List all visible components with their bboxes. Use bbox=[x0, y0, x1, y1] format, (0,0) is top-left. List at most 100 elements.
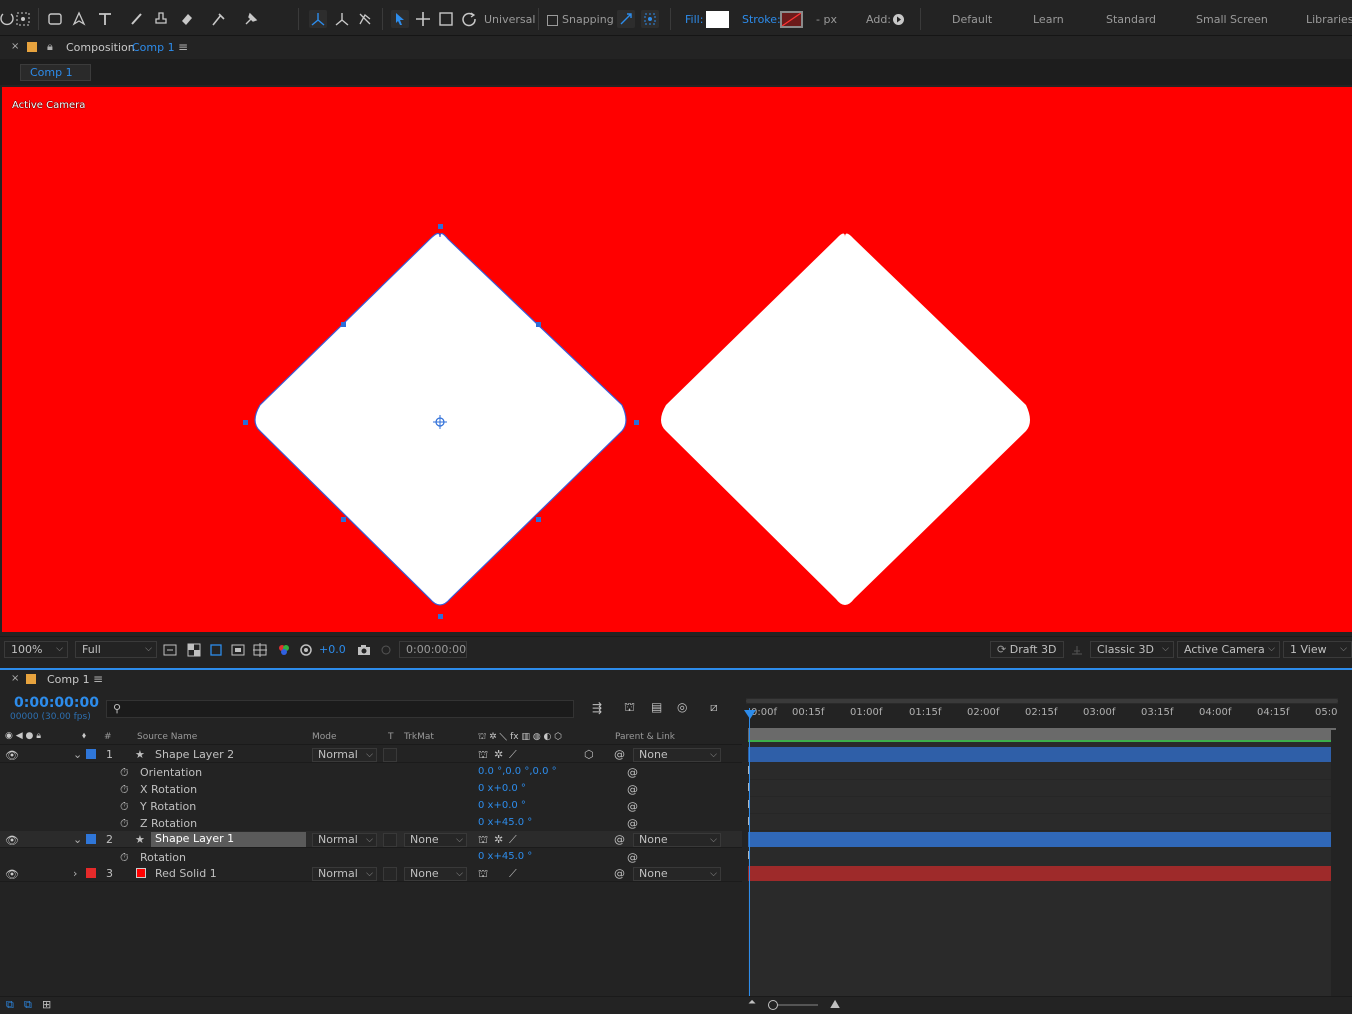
3d-view-select[interactable]: Active Camera ⌵ bbox=[1177, 641, 1280, 658]
visibility-eye-icon[interactable]: 👁︎ bbox=[5, 834, 19, 847]
layer-name[interactable]: Red Solid 1 bbox=[155, 867, 217, 880]
visibility-eye-icon[interactable]: 👁︎ bbox=[5, 749, 19, 762]
expand-chevron-icon[interactable]: › bbox=[73, 867, 77, 880]
collapse-chevron-icon[interactable]: ⌄ bbox=[73, 748, 82, 761]
view-layout-select[interactable]: 1 View ⌵ bbox=[1283, 641, 1352, 658]
workspace-libraries[interactable]: Libraries bbox=[1306, 13, 1352, 26]
shy-layers-icon[interactable]: ⛫ bbox=[624, 700, 635, 716]
magnification-select[interactable]: 100% ⌵ bbox=[4, 641, 68, 658]
pick-whip-icon[interactable]: @ bbox=[614, 867, 625, 880]
snap-features-icon[interactable] bbox=[641, 10, 659, 28]
workspace-learn[interactable]: Learn bbox=[1033, 13, 1064, 26]
stopwatch-icon[interactable]: ⏱︎ bbox=[120, 851, 129, 865]
column-source-name[interactable]: Source Name bbox=[137, 732, 197, 742]
snapping-checkbox[interactable] bbox=[547, 15, 558, 26]
clone-stamp-tool-icon[interactable] bbox=[152, 10, 170, 28]
add-menu-icon[interactable] bbox=[893, 14, 904, 25]
snapshot-camera-icon[interactable] bbox=[357, 643, 371, 657]
label-color-swatch[interactable] bbox=[86, 868, 96, 878]
zoom-out-icon[interactable]: ⏶ bbox=[748, 997, 756, 1008]
stopwatch-icon[interactable]: ⏱︎ bbox=[120, 817, 129, 831]
stopwatch-icon[interactable]: ⏱︎ bbox=[120, 766, 129, 780]
pick-whip-icon[interactable]: @ bbox=[627, 800, 638, 813]
layer-3-duration-bar[interactable] bbox=[748, 866, 1331, 881]
parent-select[interactable]: None ⌵ bbox=[633, 833, 721, 847]
composition-viewer[interactable]: Active Camera bbox=[2, 87, 1352, 632]
rotate-tool-icon[interactable] bbox=[460, 10, 478, 28]
property-value[interactable]: 0 x+45.0 ° bbox=[478, 817, 532, 828]
time-ruler[interactable]: 0:00f 00:15f 01:00f 01:15f 02:00f 02:15f… bbox=[746, 704, 1338, 726]
layer-track-area[interactable]: I I I I I bbox=[747, 742, 1331, 996]
workspace-default[interactable]: Default bbox=[952, 13, 992, 26]
draft-3d-toggle[interactable]: ⟳ Draft 3D bbox=[990, 641, 1064, 658]
playhead-handle-icon[interactable] bbox=[744, 710, 756, 719]
transparency-grid-icon[interactable] bbox=[187, 643, 201, 657]
region-of-interest-icon[interactable] bbox=[231, 643, 245, 657]
pen-tool-icon[interactable] bbox=[70, 10, 88, 28]
quality-switch-icon[interactable]: ⟋ bbox=[509, 867, 517, 881]
collapse-chevron-icon[interactable]: ⌄ bbox=[73, 833, 82, 846]
close-timeline-icon[interactable]: × bbox=[11, 673, 19, 684]
label-color-swatch[interactable] bbox=[86, 749, 96, 759]
puppet-pin-tool-icon[interactable] bbox=[242, 10, 260, 28]
time-navigator-bar[interactable] bbox=[746, 699, 1338, 703]
parent-select[interactable]: None ⌵ bbox=[633, 748, 721, 762]
in-out-toggle-icon[interactable]: ⊞ bbox=[42, 998, 51, 1011]
blend-mode-select[interactable]: Normal ⌵ bbox=[312, 833, 377, 847]
move-tool-icon[interactable] bbox=[414, 10, 432, 28]
timeline-scrollbar[interactable] bbox=[1331, 730, 1352, 996]
track-matte-select[interactable]: None ⌵ bbox=[404, 833, 467, 847]
property-value[interactable]: 0.0 °,0.0 °,0.0 ° bbox=[478, 766, 557, 777]
stroke-label[interactable]: Stroke: bbox=[742, 13, 781, 26]
property-value[interactable]: 0 x+0.0 ° bbox=[478, 800, 526, 811]
eraser-tool-icon[interactable] bbox=[178, 10, 196, 28]
fast-previews-icon[interactable] bbox=[163, 643, 177, 657]
roto-brush-tool-icon[interactable] bbox=[210, 10, 228, 28]
quality-switch-icon[interactable]: ⟋ bbox=[509, 748, 517, 762]
property-row[interactable]: ⏱︎ X Rotation 0 x+0.0 ° @ bbox=[0, 781, 742, 798]
rectangle-tool-icon[interactable] bbox=[46, 10, 64, 28]
quality-switch-icon[interactable]: ⟋ bbox=[509, 833, 517, 847]
lock-icon[interactable]: 🔒︎ bbox=[47, 40, 53, 54]
layer-name-selected[interactable]: Shape Layer 1 bbox=[151, 832, 306, 847]
blend-mode-select[interactable]: Normal ⌵ bbox=[312, 867, 377, 881]
layer-row-1[interactable]: 👁︎ ⌄ 1 ★ Shape Layer 2 Normal ⌵ ⛫ ✲ ⟋ ⬡ @… bbox=[0, 746, 742, 763]
workspace-standard[interactable]: Standard bbox=[1106, 13, 1156, 26]
show-snapshot-icon[interactable] bbox=[379, 643, 393, 657]
property-row[interactable]: ⏱︎ Z Rotation 0 x+45.0 ° @ bbox=[0, 815, 742, 832]
comp-flow-tab[interactable]: Comp 1 bbox=[20, 64, 91, 81]
zoom-in-icon[interactable]: ⛰ bbox=[830, 997, 840, 1012]
type-tool-icon[interactable] bbox=[96, 10, 114, 28]
modes-toggle-icon[interactable]: ⧉ bbox=[24, 998, 32, 1012]
collapse-switch-icon[interactable]: ✲ bbox=[494, 833, 503, 846]
layer-switches-toggle-icon[interactable]: ⧉ bbox=[6, 998, 14, 1012]
layer-2-duration-bar[interactable] bbox=[748, 832, 1331, 847]
universal-mode-label[interactable]: Universal bbox=[484, 13, 535, 26]
pick-whip-icon[interactable]: @ bbox=[627, 783, 638, 796]
close-panel-icon[interactable]: × bbox=[11, 41, 19, 52]
scale-tool-icon[interactable] bbox=[437, 10, 455, 28]
panel-menu-icon[interactable]: ≡ bbox=[178, 40, 188, 54]
renderer-select[interactable]: Classic 3D ⌵ bbox=[1090, 641, 1174, 658]
property-row[interactable]: ⏱︎ Y Rotation 0 x+0.0 ° @ bbox=[0, 798, 742, 815]
timeline-current-time[interactable]: 0:00:00:00 bbox=[14, 695, 99, 711]
selection-tool-icon[interactable] bbox=[391, 10, 409, 28]
property-row[interactable]: ⏱︎ Rotation 0 x+45.0 ° @ bbox=[0, 849, 742, 866]
pick-whip-icon[interactable]: @ bbox=[627, 766, 638, 779]
mask-path-visibility-icon[interactable] bbox=[209, 643, 223, 657]
workspace-small-screen[interactable]: Small Screen bbox=[1196, 13, 1268, 26]
world-axis-mode-icon[interactable] bbox=[333, 10, 351, 28]
preserve-transparency-toggle[interactable] bbox=[383, 833, 397, 847]
layer-row-2[interactable]: 👁︎ ⌄ 2 ★ Shape Layer 1 Normal ⌵ None ⌵ ⛫ ✲… bbox=[0, 831, 742, 848]
collapse-switch-icon[interactable]: ✲ bbox=[494, 748, 503, 761]
brush-tool-icon[interactable] bbox=[128, 10, 146, 28]
preserve-transparency-toggle[interactable] bbox=[383, 748, 397, 762]
preserve-transparency-toggle[interactable] bbox=[383, 867, 397, 881]
composition-flowchart-icon[interactable]: ⇶ bbox=[592, 701, 602, 715]
timeline-tab-label[interactable]: Comp 1 bbox=[47, 673, 90, 686]
resolution-select[interactable]: Full ⌵ bbox=[75, 641, 157, 658]
panel-title-comp[interactable]: Comp 1 bbox=[132, 41, 175, 54]
layer-name[interactable]: Shape Layer 2 bbox=[155, 748, 234, 761]
current-time-field[interactable]: 0:00:00:00 bbox=[399, 641, 467, 658]
shy-switch-icon[interactable]: ⛫ bbox=[478, 867, 488, 882]
